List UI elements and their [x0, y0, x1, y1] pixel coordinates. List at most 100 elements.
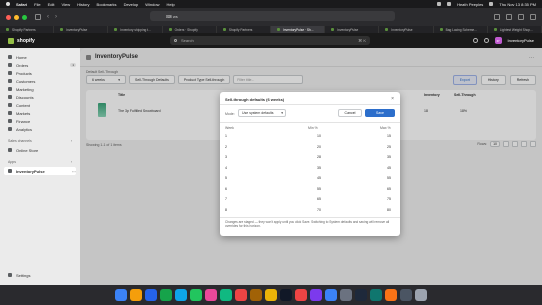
app-icon[interactable]	[385, 289, 397, 301]
menu-window[interactable]: Window	[145, 2, 159, 7]
sales-channels-heading[interactable]: Sales channels ›	[8, 139, 76, 143]
browser-tab[interactable]: Bag Lacing Scheme...	[434, 26, 488, 33]
close-window-button[interactable]	[6, 14, 11, 20]
sidebar-item-finance[interactable]: Finance	[4, 117, 76, 125]
vscode-icon[interactable]	[370, 289, 382, 301]
contacts-icon[interactable]	[250, 289, 262, 301]
podcasts-icon[interactable]	[310, 289, 322, 301]
tab-overview-icon[interactable]	[530, 14, 536, 20]
menubar-clock[interactable]: Thu Nov 13 8:35 PM	[499, 2, 536, 7]
menu-file[interactable]: File	[34, 2, 40, 7]
messages-icon[interactable]	[160, 289, 172, 301]
menu-view[interactable]: View	[61, 2, 70, 7]
max-percent-input[interactable]: 75	[387, 197, 391, 201]
min-percent-input[interactable]: 70	[317, 208, 321, 212]
menu-help[interactable]: Help	[166, 2, 174, 7]
admin-search-input[interactable]: Search ⌘ K	[170, 36, 370, 45]
min-percent-input[interactable]: 28	[317, 155, 321, 159]
music-icon[interactable]	[295, 289, 307, 301]
battery-icon[interactable]	[447, 2, 452, 6]
sidebar-item-analytics[interactable]: Analytics	[4, 125, 76, 133]
browser-tab[interactable]: Shopify Partners	[217, 26, 272, 33]
max-percent-input[interactable]: 35	[387, 155, 391, 159]
sidebar-item-content[interactable]: Content	[4, 101, 76, 109]
notes-icon[interactable]	[265, 289, 277, 301]
forward-arrow-icon[interactable]: ›	[55, 14, 57, 20]
sidebar-item-label: Finance	[16, 118, 31, 124]
close-icon[interactable]: ×	[391, 96, 394, 102]
min-percent-input[interactable]: 45	[317, 176, 321, 180]
browser-tab[interactable]: Orders · Shopify	[163, 26, 217, 33]
tv-icon[interactable]	[280, 289, 292, 301]
facetime-icon[interactable]	[220, 289, 232, 301]
browser-tab[interactable]: Inventory shipping t...	[108, 26, 163, 33]
min-percent-input[interactable]: 65	[317, 197, 321, 201]
sidebar-item-orders[interactable]: Orders 1	[4, 61, 76, 69]
menu-history[interactable]: History	[77, 2, 89, 7]
max-percent-input[interactable]: 45	[387, 166, 391, 170]
mode-select[interactable]: Use system defaults ▾	[238, 109, 286, 117]
min-percent-input[interactable]: 10	[317, 134, 321, 138]
sidebar-toggle-icon[interactable]	[35, 14, 41, 20]
finder-icon[interactable]	[115, 289, 127, 301]
sidebar-item-markets[interactable]: Markets	[4, 109, 76, 117]
sidebar-item-home[interactable]: Home	[4, 53, 76, 61]
menu-develop[interactable]: Develop	[124, 2, 139, 7]
sidebar-item-marketing[interactable]: Marketing	[4, 85, 76, 93]
share-icon[interactable]	[506, 14, 512, 20]
browser-tab[interactable]: Lightest Weight Shop...	[488, 26, 542, 33]
mail-icon[interactable]	[175, 289, 187, 301]
sidebar-item-inventorypulse[interactable]: InventoryPulse ···	[4, 167, 76, 175]
downloads-folder-icon[interactable]	[400, 289, 412, 301]
wifi-icon[interactable]	[437, 2, 442, 6]
minimize-window-button[interactable]	[14, 14, 19, 20]
browser-tab[interactable]: InventoryPulse	[54, 26, 109, 33]
min-percent-input[interactable]: 35	[317, 166, 321, 170]
safari-icon[interactable]	[145, 289, 157, 301]
apple-icon[interactable]	[6, 2, 10, 6]
calendar-icon[interactable]	[235, 289, 247, 301]
zoom-window-button[interactable]	[22, 14, 27, 20]
trash-icon[interactable]	[415, 289, 427, 301]
control-center-icon[interactable]	[489, 2, 494, 6]
more-icon[interactable]: ···	[72, 169, 76, 174]
browser-tab-active[interactable]: InventoryPulse · Sh...	[271, 26, 326, 33]
browser-tab[interactable]: Shopify Partners	[0, 26, 55, 33]
browser-tab[interactable]: InventoryPulse	[325, 26, 380, 33]
launchpad-icon[interactable]	[130, 289, 142, 301]
sidebar-item-customers[interactable]: Customers	[4, 77, 76, 85]
store-name[interactable]: InventoryPulse	[508, 38, 534, 43]
menu-bookmarks[interactable]: Bookmarks	[97, 2, 117, 7]
max-percent-input[interactable]: 65	[387, 187, 391, 191]
back-arrow-icon[interactable]: ‹	[47, 14, 49, 20]
max-percent-input[interactable]: 25	[387, 145, 391, 149]
max-percent-input[interactable]: 15	[387, 134, 391, 138]
store-avatar[interactable]: IP	[494, 37, 502, 44]
browser-tab[interactable]: InventoryPulse	[379, 26, 434, 33]
notifications-bell-icon[interactable]	[483, 38, 489, 43]
sidebar-item-online-store[interactable]: Online Store	[4, 146, 76, 154]
shopify-logo[interactable]: shopify	[8, 37, 35, 44]
app-store-icon[interactable]	[325, 289, 337, 301]
new-tab-icon[interactable]	[518, 14, 524, 20]
menubar-user[interactable]: Heath Peeples	[457, 2, 483, 7]
address-bar[interactable]: ⌨ ws	[150, 11, 395, 21]
sidebar-item-products[interactable]: Products	[4, 69, 76, 77]
maps-icon[interactable]	[190, 289, 202, 301]
sidekick-icon[interactable]	[472, 38, 478, 43]
sidebar-item-settings[interactable]: Settings	[4, 271, 76, 279]
apps-heading[interactable]: Apps ›	[8, 160, 76, 164]
cancel-button[interactable]: Cancel	[338, 109, 362, 117]
system-settings-icon[interactable]	[340, 289, 352, 301]
terminal-icon[interactable]	[355, 289, 367, 301]
menu-edit[interactable]: Edit	[48, 2, 55, 7]
max-percent-input[interactable]: 55	[387, 176, 391, 180]
sidebar-item-discounts[interactable]: Discounts	[4, 93, 76, 101]
save-button[interactable]: Save	[365, 109, 395, 117]
min-percent-input[interactable]: 55	[317, 187, 321, 191]
download-icon[interactable]	[494, 14, 500, 20]
max-percent-input[interactable]: 80	[387, 208, 391, 212]
min-percent-input[interactable]: 20	[317, 145, 321, 149]
menu-app-name[interactable]: Safari	[16, 2, 27, 7]
photos-icon[interactable]	[205, 289, 217, 301]
